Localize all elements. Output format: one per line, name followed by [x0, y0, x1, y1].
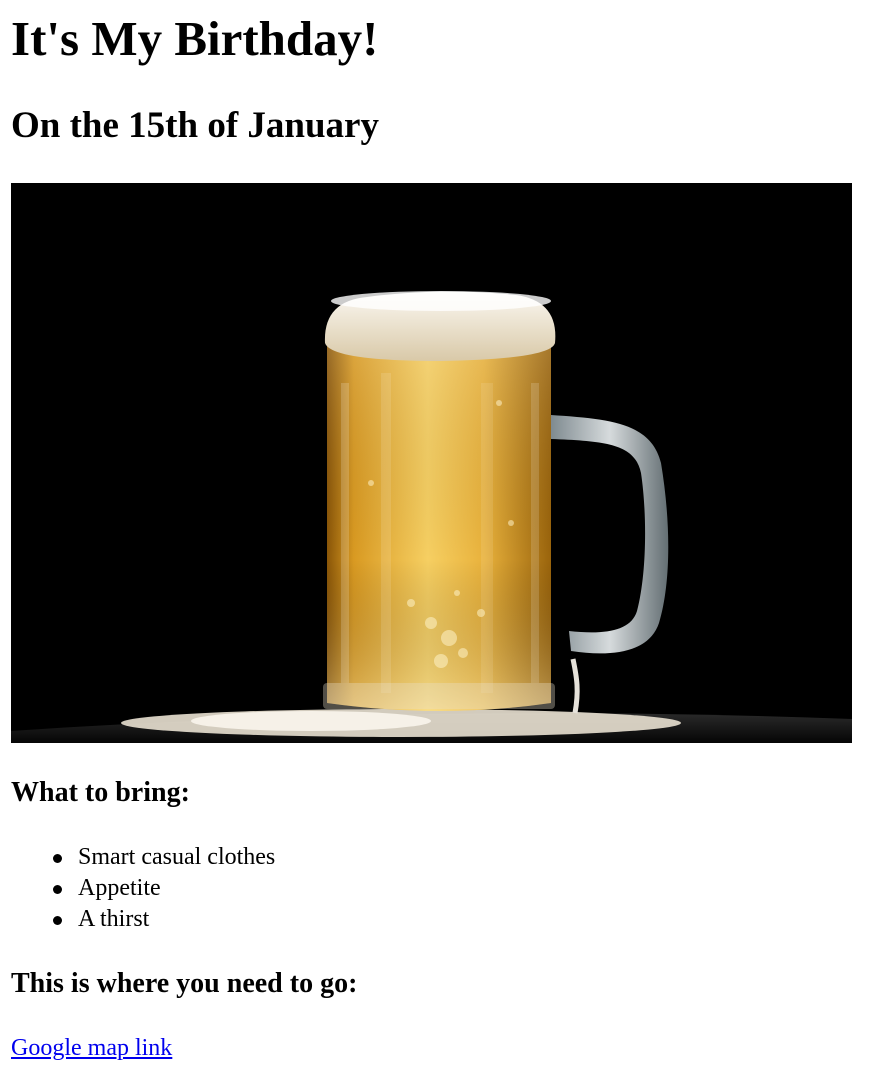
bring-list: Smart casual clothes Appetite A thirst — [11, 842, 275, 935]
page-title: It's My Birthday! — [11, 11, 379, 66]
page-subtitle: On the 15th of January — [11, 105, 379, 146]
bullet-icon — [53, 854, 62, 863]
list-item: Appetite — [11, 873, 275, 904]
bullet-icon — [53, 885, 62, 894]
beer-mug-image — [11, 183, 852, 743]
google-map-link[interactable]: Google map link — [11, 1033, 172, 1064]
list-item-text: A thirst — [78, 906, 150, 932]
bullet-icon — [53, 916, 62, 925]
location-heading: This is where you need to go: — [11, 968, 358, 999]
list-item: Smart casual clothes — [11, 842, 275, 873]
list-item-text: Smart casual clothes — [78, 844, 276, 870]
list-item: A thirst — [11, 904, 275, 935]
list-item-text: Appetite — [78, 875, 161, 901]
bring-heading: What to bring: — [11, 777, 190, 808]
